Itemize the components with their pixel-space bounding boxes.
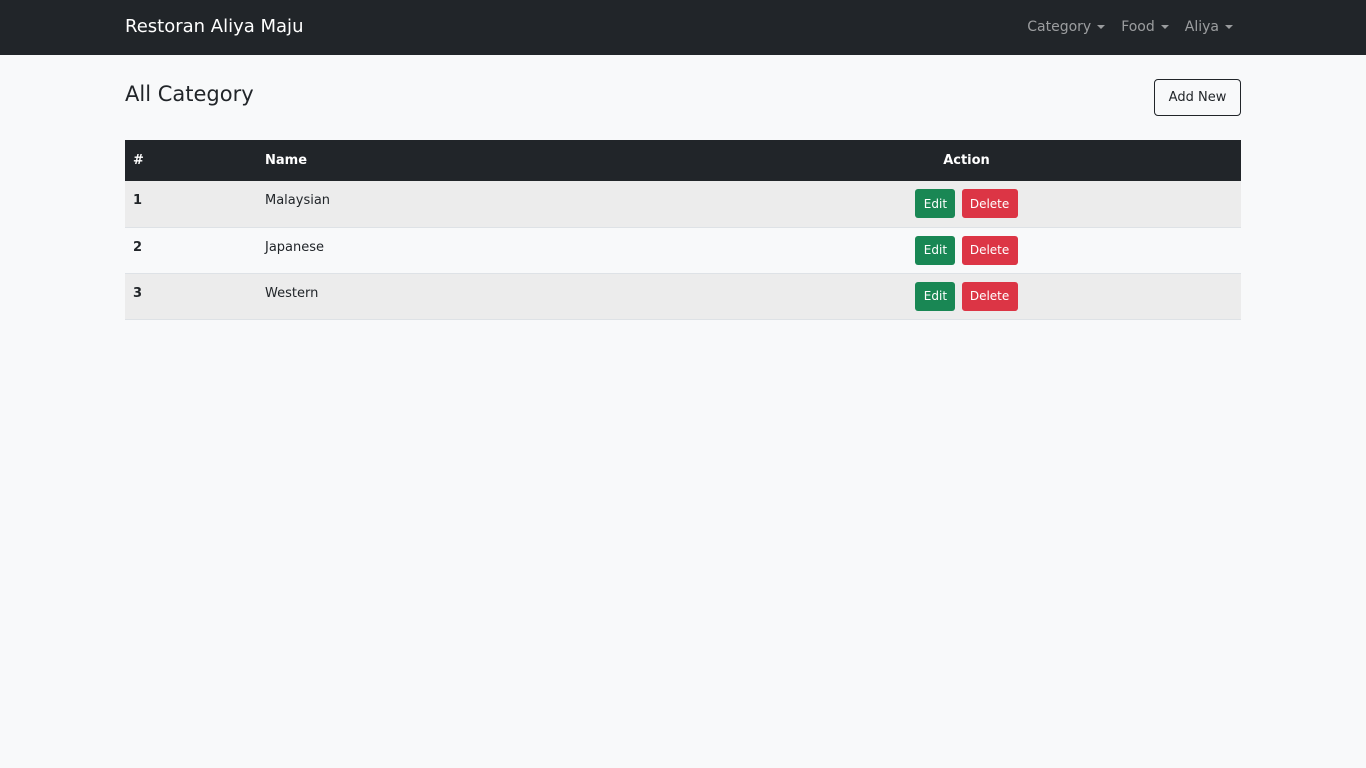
nav-category-label: Category: [1027, 19, 1092, 35]
delete-button[interactable]: Delete: [961, 189, 1018, 218]
page-title: All Category: [125, 82, 254, 106]
edit-button[interactable]: Edit: [915, 189, 956, 218]
nav-food-label: Food: [1121, 19, 1155, 35]
chevron-down-icon: [1097, 25, 1106, 29]
add-new-button[interactable]: Add New: [1154, 79, 1241, 116]
nav-menu: Category Food Aliya: [1027, 17, 1233, 37]
nav-user-dropdown[interactable]: Aliya: [1185, 17, 1233, 37]
row-name: Western: [257, 273, 692, 320]
top-navbar: Restoran Aliya Maju Category Food Aliya: [0, 0, 1366, 55]
brand-link[interactable]: Restoran Aliya Maju: [125, 15, 303, 39]
row-number: 3: [125, 273, 257, 320]
table-row: 1 Malaysian Edit Delete: [125, 181, 1241, 228]
row-name: Malaysian: [257, 181, 692, 228]
row-actions: Edit Delete: [692, 181, 1241, 228]
header-action: Action: [692, 140, 1241, 181]
category-table: # Name Action 1 Malaysian Edit Delete 2 …: [125, 140, 1241, 320]
row-actions: Edit Delete: [692, 273, 1241, 320]
edit-button[interactable]: Edit: [915, 281, 956, 311]
row-number: 2: [125, 227, 257, 274]
row-name: Japanese: [257, 227, 692, 274]
table-row: 3 Western Edit Delete: [125, 273, 1241, 320]
row-actions: Edit Delete: [692, 227, 1241, 274]
edit-button[interactable]: Edit: [915, 235, 956, 265]
nav-category-dropdown[interactable]: Category: [1027, 17, 1106, 37]
table-header-row: # Name Action: [125, 140, 1241, 181]
chevron-down-icon: [1225, 25, 1233, 29]
delete-button[interactable]: Delete: [961, 235, 1018, 265]
row-number: 1: [125, 181, 257, 228]
table-row: 2 Japanese Edit Delete: [125, 227, 1241, 274]
header-number: #: [125, 140, 257, 181]
delete-button[interactable]: Delete: [961, 281, 1018, 311]
nav-food-dropdown[interactable]: Food: [1121, 17, 1169, 37]
header-name: Name: [257, 140, 692, 181]
nav-user-label: Aliya: [1184, 19, 1219, 35]
chevron-down-icon: [1160, 25, 1169, 29]
